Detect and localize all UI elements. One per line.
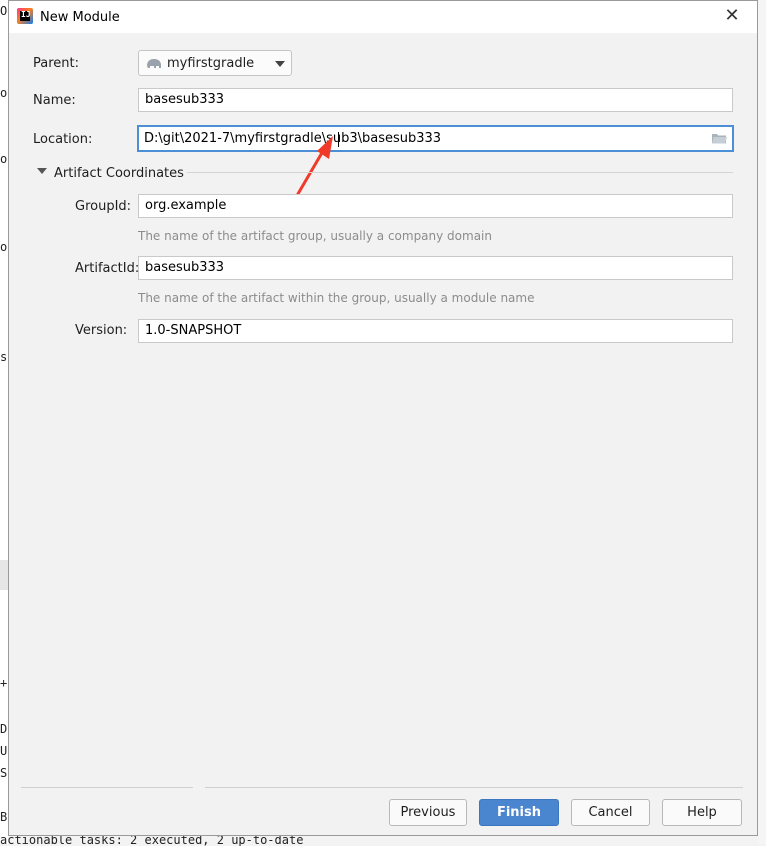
- background-glyph: o: [0, 240, 8, 254]
- new-module-dialog: IJ New Module ✕ Parent: myfirstgradle Na…: [8, 0, 758, 836]
- footer-divider: [21, 787, 193, 788]
- artifact-section-title[interactable]: Artifact Coordinates: [54, 166, 184, 181]
- background-glyph: D: [0, 722, 8, 736]
- artifactid-hint: The name of the artifact within the grou…: [138, 291, 535, 305]
- help-button[interactable]: Help: [662, 799, 742, 826]
- finish-button[interactable]: Finish: [479, 799, 559, 826]
- background-panel-strip: [0, 560, 8, 590]
- previous-button[interactable]: Previous: [389, 799, 467, 826]
- triangle-down-icon[interactable]: [37, 168, 47, 174]
- background-glyph: s: [0, 350, 8, 364]
- background-glyph: o: [0, 86, 8, 100]
- close-icon[interactable]: ✕: [721, 5, 743, 27]
- background-glyph: S: [0, 766, 8, 780]
- groupid-hint: The name of the artifact group, usually …: [138, 229, 492, 243]
- version-label: Version:: [75, 323, 128, 338]
- folder-icon[interactable]: [712, 133, 727, 144]
- name-field[interactable]: basesub333: [138, 88, 733, 112]
- version-field[interactable]: 1.0-SNAPSHOT: [138, 319, 733, 343]
- parent-label: Parent:: [33, 56, 79, 71]
- section-divider: [187, 172, 733, 173]
- groupid-label: GroupId:: [75, 199, 132, 214]
- cancel-button[interactable]: Cancel: [571, 799, 650, 826]
- title-bar: IJ New Module ✕: [9, 1, 757, 33]
- background-glyph: U: [0, 744, 8, 758]
- background-glyph: B: [0, 810, 8, 824]
- background-glyph: o: [0, 152, 8, 166]
- background-right-panel: [758, 0, 766, 844]
- parent-value: myfirstgradle: [167, 56, 255, 71]
- groupid-field[interactable]: org.example: [138, 194, 733, 218]
- dialog-title: New Module: [40, 10, 120, 25]
- artifactid-field[interactable]: basesub333: [138, 256, 733, 280]
- elephant-icon: [147, 59, 161, 68]
- parent-dropdown[interactable]: myfirstgradle: [138, 50, 292, 76]
- intellij-icon: IJ: [17, 8, 33, 24]
- footer-divider: [205, 787, 743, 788]
- background-editor: [0, 0, 8, 844]
- chevron-down-icon: [275, 61, 285, 67]
- artifactid-label: ArtifactId:: [75, 261, 140, 276]
- location-field[interactable]: D:\git\2021-7\myfirstgradle\sub3\basesub…: [137, 125, 734, 152]
- location-label: Location:: [33, 132, 93, 147]
- background-glyph: O: [0, 4, 8, 18]
- name-label: Name:: [33, 93, 76, 108]
- background-glyph: +: [0, 676, 8, 690]
